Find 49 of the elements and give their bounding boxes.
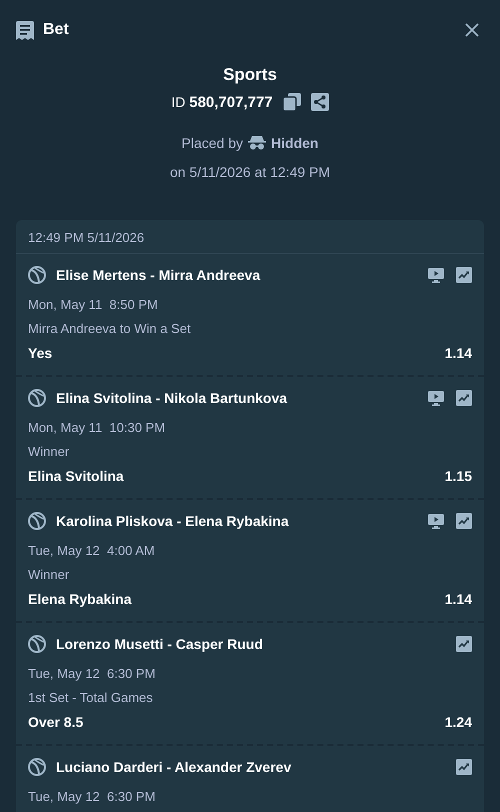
- tv-play-icon[interactable]: [428, 268, 444, 282]
- event-name[interactable]: Elise Mertens - Mirra Andreeva: [56, 267, 418, 283]
- trend-chart-icon[interactable]: [456, 513, 472, 529]
- event-datetime: Mon, May 11 8:50 PM: [28, 297, 159, 312]
- trend-chart-icon[interactable]: [456, 759, 472, 775]
- tennis-ball-icon: [28, 635, 46, 653]
- tennis-ball-icon: [28, 512, 46, 530]
- odds: 1.15: [444, 468, 472, 484]
- odds: 1.14: [444, 345, 472, 361]
- bet-id: ID 580,707,777: [171, 94, 273, 110]
- tv-play-icon[interactable]: [428, 390, 444, 406]
- trend-chart-icon[interactable]: [456, 267, 472, 283]
- event-name[interactable]: Lorenzo Musetti - Casper Ruud: [56, 636, 446, 652]
- tv-play-icon[interactable]: [428, 514, 444, 528]
- trend-chart-icon[interactable]: [456, 636, 472, 652]
- tennis-ball-icon: [28, 266, 46, 284]
- market-name: Mirra Andreeva to Win a Set: [28, 321, 192, 336]
- close-icon: [465, 23, 479, 37]
- selection: Elena Rybakina: [28, 591, 132, 607]
- market-name: Winner: [28, 567, 70, 582]
- event-datetime: Tue, May 12 6:30 PM: [28, 789, 156, 804]
- event-datetime: Mon, May 11 10:30 PM: [28, 420, 166, 435]
- panel-title: Bet: [43, 21, 69, 39]
- selection: Over 8.5: [28, 714, 84, 730]
- receipt-icon: [16, 20, 34, 40]
- share-icon: [310, 93, 329, 111]
- odds: 1.24: [444, 714, 472, 730]
- placed-by-label: Placed by: [182, 135, 244, 151]
- bet-category: Sports: [223, 65, 277, 85]
- event-datetime: Tue, May 12 4:00 AM: [28, 543, 156, 558]
- share-button[interactable]: [310, 93, 329, 111]
- placed-by-user: Hidden: [271, 135, 318, 151]
- selection: Yes: [28, 345, 52, 361]
- event-name[interactable]: Luciano Darderi - Alexander Zverev: [56, 759, 446, 775]
- selection: Elina Svitolina: [28, 468, 124, 484]
- copy-button[interactable]: [282, 93, 301, 111]
- slip-timestamp: 12:49 PM 5/11/2026: [16, 220, 484, 254]
- tennis-ball-icon: [28, 389, 46, 407]
- event-name[interactable]: Elina Svitolina - Nikola Bartunkova: [56, 390, 418, 406]
- tennis-ball-icon: [28, 758, 46, 776]
- placed-date: on 5/11/2026 at 12:49 PM: [170, 164, 330, 180]
- market-name: 1st Set - Total Games: [28, 690, 154, 705]
- event-name[interactable]: Karolina Pliskova - Elena Rybakina: [56, 513, 418, 529]
- trend-chart-icon[interactable]: [456, 390, 472, 406]
- odds: 1.14: [444, 591, 472, 607]
- incognito-icon: [248, 136, 266, 150]
- copy-icon: [282, 93, 301, 111]
- event-datetime: Tue, May 12 6:30 PM: [28, 666, 156, 681]
- market-name: Winner: [28, 444, 70, 459]
